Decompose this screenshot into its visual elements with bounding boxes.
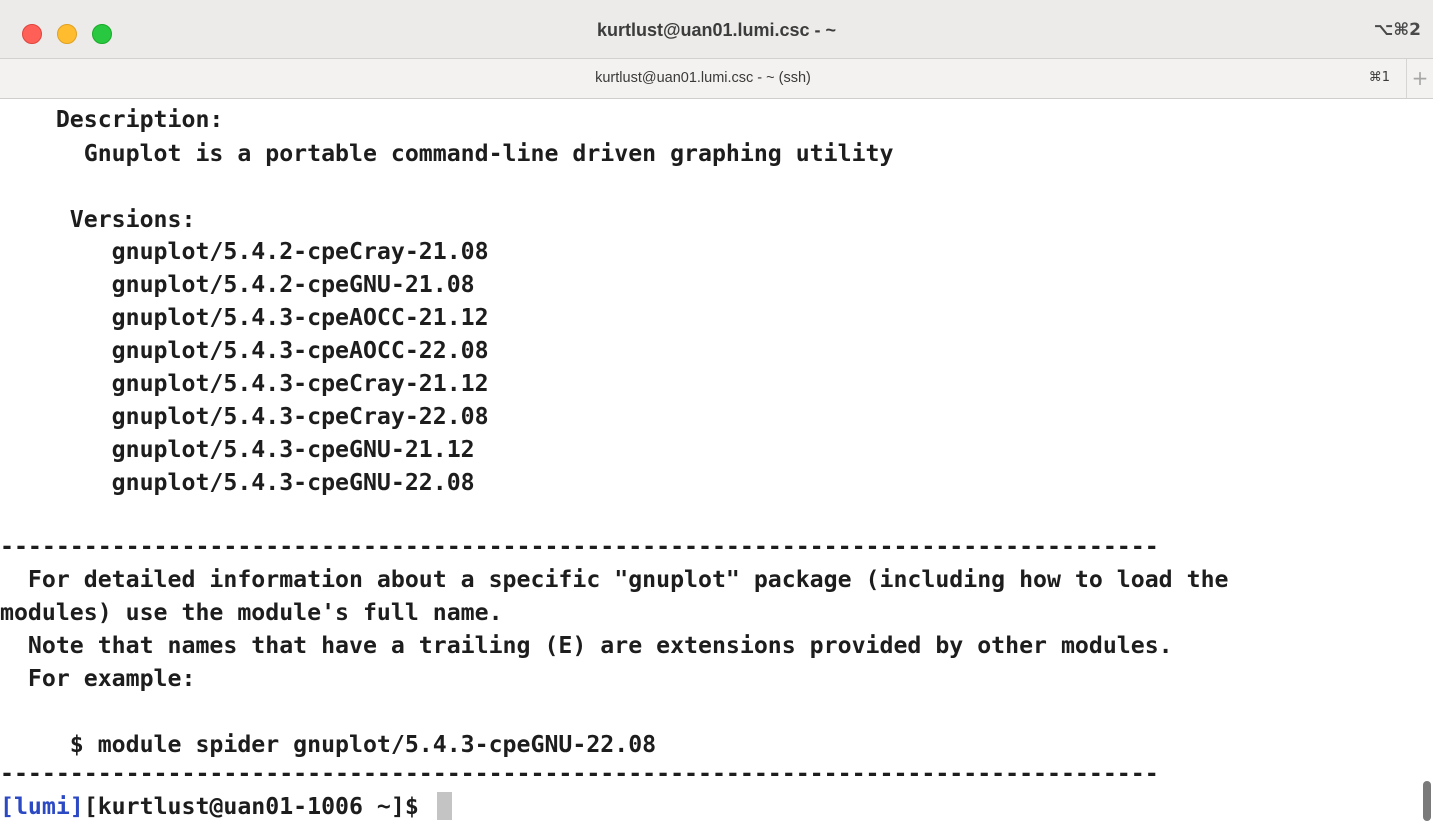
info-line: Note that names that have a trailing (E)…	[0, 632, 1173, 659]
terminal-window: kurtlust@uan01.lumi.csc - ~ ⌥⌘2 kurtlust…	[0, 0, 1433, 825]
scrollbar[interactable]	[1420, 99, 1433, 825]
description-header: Description:	[0, 106, 224, 133]
versions-header: Versions:	[0, 206, 196, 233]
separator-line: ----------------------------------------…	[0, 533, 1159, 560]
prompt-text: [kurtlust@uan01-1006 ~]$	[83, 793, 433, 820]
version-item: gnuplot/5.4.3-cpeAOCC-21.12	[0, 304, 489, 331]
prompt-host-tag: [lumi]	[0, 793, 84, 820]
window-shortcut: ⌥⌘2	[1373, 20, 1421, 40]
window-title: kurtlust@uan01.lumi.csc - ~	[596, 20, 837, 40]
info-line: modules) use the module's full name.	[0, 599, 503, 626]
description-text: Gnuplot is a portable command-line drive…	[0, 140, 894, 167]
info-line: For detailed information about a specifi…	[0, 566, 1229, 593]
separator-line: ----------------------------------------…	[0, 760, 1159, 787]
text-cursor	[436, 792, 452, 820]
title-bar[interactable]: kurtlust@uan01.lumi.csc - ~ ⌥⌘2	[0, 0, 1433, 59]
example-command: $ module spider gnuplot/5.4.3-cpeGNU-22.…	[0, 731, 657, 758]
shell-prompt[interactable]: [lumi][kurtlust@uan01-1006 ~]$	[0, 791, 452, 823]
version-item: gnuplot/5.4.3-cpeCray-22.08	[0, 403, 489, 430]
tab-shortcut: ⌘1	[1368, 70, 1390, 85]
new-tab-button[interactable]: +	[1407, 59, 1433, 98]
version-item: gnuplot/5.4.3-cpeCray-21.12	[0, 370, 489, 397]
info-line: For example:	[0, 665, 196, 692]
version-item: gnuplot/5.4.3-cpeGNU-22.08	[0, 469, 475, 496]
version-item: gnuplot/5.4.2-cpeGNU-21.08	[0, 271, 475, 298]
tab-title: kurtlust@uan01.lumi.csc - ~ (ssh)	[595, 70, 811, 86]
scroll-thumb[interactable]	[1423, 781, 1431, 821]
version-item: gnuplot/5.4.3-cpeAOCC-22.08	[0, 337, 489, 364]
version-item: gnuplot/5.4.2-cpeCray-21.08	[0, 238, 489, 265]
tab-bar: kurtlust@uan01.lumi.csc - ~ (ssh) ⌘1 +	[0, 59, 1433, 99]
tab-ssh-session[interactable]: kurtlust@uan01.lumi.csc - ~ (ssh) ⌘1	[0, 59, 1407, 98]
terminal-output[interactable]: Description: Gnuplot is a portable comma…	[0, 99, 1420, 825]
version-item: gnuplot/5.4.3-cpeGNU-21.12	[0, 436, 475, 463]
